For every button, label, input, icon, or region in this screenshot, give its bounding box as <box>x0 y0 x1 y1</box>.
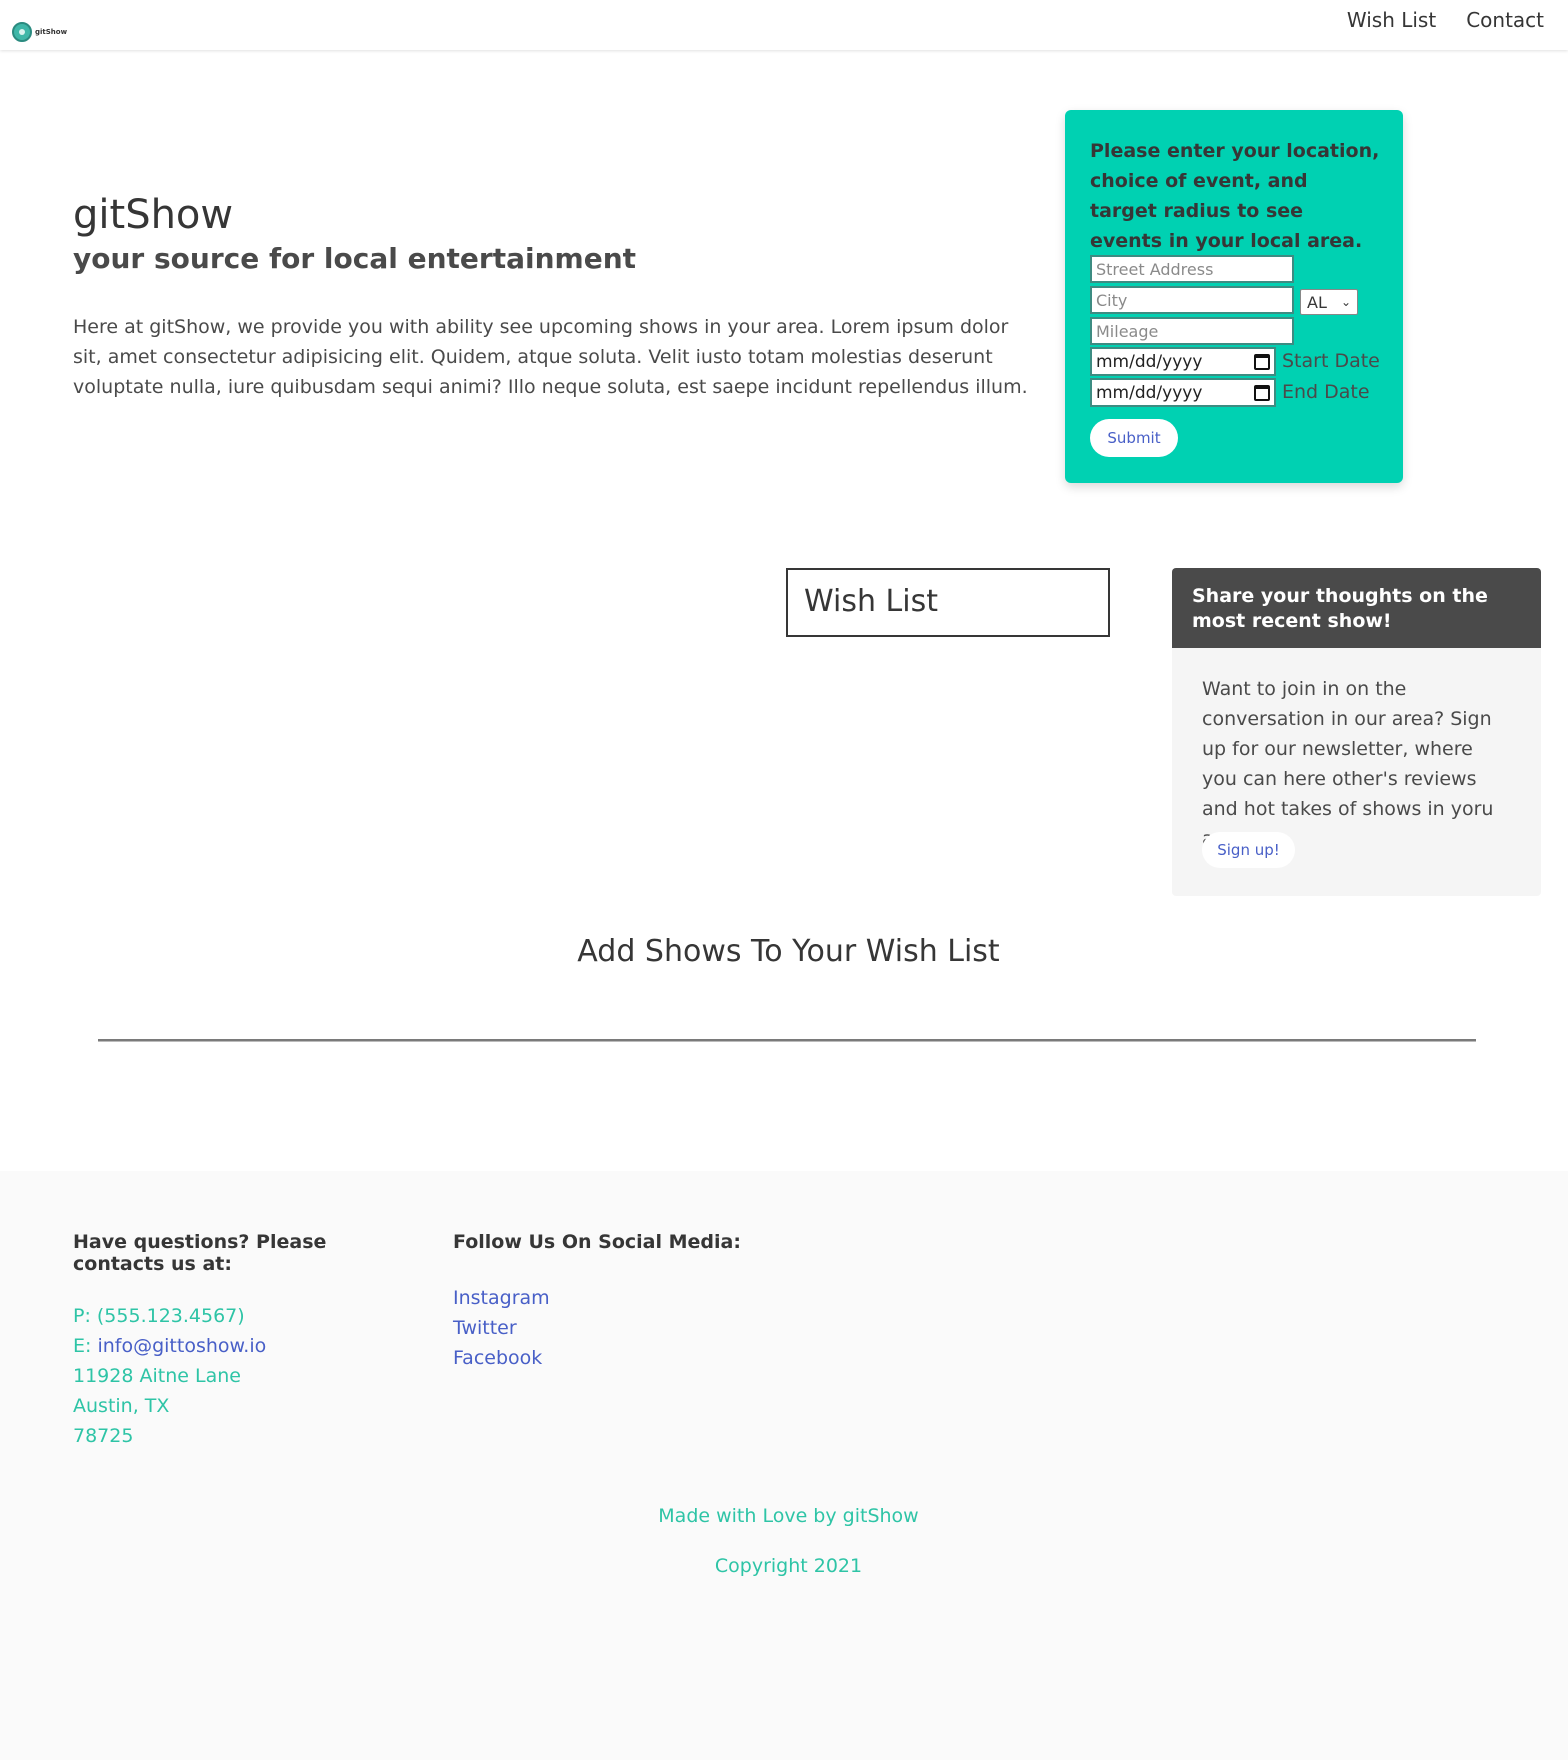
footer-address-line1: 11928 Aitne Lane <box>73 1365 241 1387</box>
twitter-link[interactable]: Twitter <box>453 1313 550 1343</box>
footer-social-links: Instagram Twitter Facebook <box>453 1283 550 1373</box>
start-date-input[interactable]: mm/dd/yyyy <box>1090 347 1276 376</box>
logo-icon <box>12 22 32 42</box>
end-date-placeholder: mm/dd/yyyy <box>1096 382 1203 403</box>
submit-button[interactable]: Submit <box>1090 419 1178 457</box>
start-date-label: Start Date <box>1282 350 1380 372</box>
footer-made-with: Made with Love by gitShow <box>658 1505 919 1527</box>
logo-text: gitShow <box>35 28 68 36</box>
hero-description: Here at gitShow, we provide you with abi… <box>73 316 1028 398</box>
newsletter-card-header: Share your thoughts on the most recent s… <box>1172 568 1541 648</box>
footer-address-line2: Austin, TX <box>73 1395 170 1417</box>
footer-copyright: Copyright 2021 <box>714 1555 863 1577</box>
footer-social-heading: Follow Us On Social Media: <box>453 1231 741 1253</box>
logo[interactable]: gitShow <box>12 22 67 42</box>
state-select-value: AL <box>1307 292 1327 312</box>
footer-address-line3: 78725 <box>73 1425 134 1447</box>
top-navbar: gitShow Wish List Contact <box>0 0 1568 50</box>
footer-email-line: E: info@gittoshow.io <box>73 1331 266 1361</box>
footer-phone: P: (555.123.4567) <box>73 1305 245 1327</box>
hero-title: gitShow <box>73 192 234 238</box>
hero-subtitle: your source for local entertainment <box>73 242 637 275</box>
calendar-icon[interactable] <box>1254 384 1270 401</box>
state-select[interactable]: AL ⌄ <box>1300 289 1358 315</box>
end-date-label: End Date <box>1282 381 1370 403</box>
facebook-link[interactable]: Facebook <box>453 1343 550 1373</box>
footer-email-link[interactable]: info@gittoshow.io <box>97 1335 266 1357</box>
footer-contact-heading: Have questions? Please contacts us at: <box>73 1231 327 1275</box>
wish-list-box: Wish List <box>786 568 1110 637</box>
calendar-icon[interactable] <box>1254 353 1270 370</box>
sign-up-button[interactable]: Sign up! <box>1202 832 1295 868</box>
chevron-down-icon: ⌄ <box>1340 295 1351 309</box>
newsletter-card: Share your thoughts on the most recent s… <box>1172 568 1541 896</box>
add-shows-heading: Add Shows To Your Wish List <box>577 934 1000 969</box>
mileage-input[interactable] <box>1090 317 1294 345</box>
instagram-link[interactable]: Instagram <box>453 1283 550 1313</box>
search-form-card: Please enter your location, choice of ev… <box>1065 110 1403 483</box>
street-address-input[interactable] <box>1090 255 1294 283</box>
search-prompt: Please enter your location, choice of ev… <box>1090 140 1380 252</box>
start-date-placeholder: mm/dd/yyyy <box>1096 351 1203 372</box>
nav-link-contact[interactable]: Contact <box>1466 8 1544 32</box>
wish-list-title: Wish List <box>804 584 938 619</box>
footer-email-prefix: E: <box>73 1335 98 1357</box>
section-divider <box>98 1039 1476 1042</box>
footer: Have questions? Please contacts us at: P… <box>0 1171 1568 1760</box>
city-input[interactable] <box>1090 286 1294 314</box>
nav-link-wish-list[interactable]: Wish List <box>1347 8 1436 32</box>
end-date-input[interactable]: mm/dd/yyyy <box>1090 378 1276 407</box>
footer-contact-info: P: (555.123.4567) E: info@gittoshow.io 1… <box>73 1301 266 1451</box>
nav-links: Wish List Contact <box>1347 8 1544 32</box>
